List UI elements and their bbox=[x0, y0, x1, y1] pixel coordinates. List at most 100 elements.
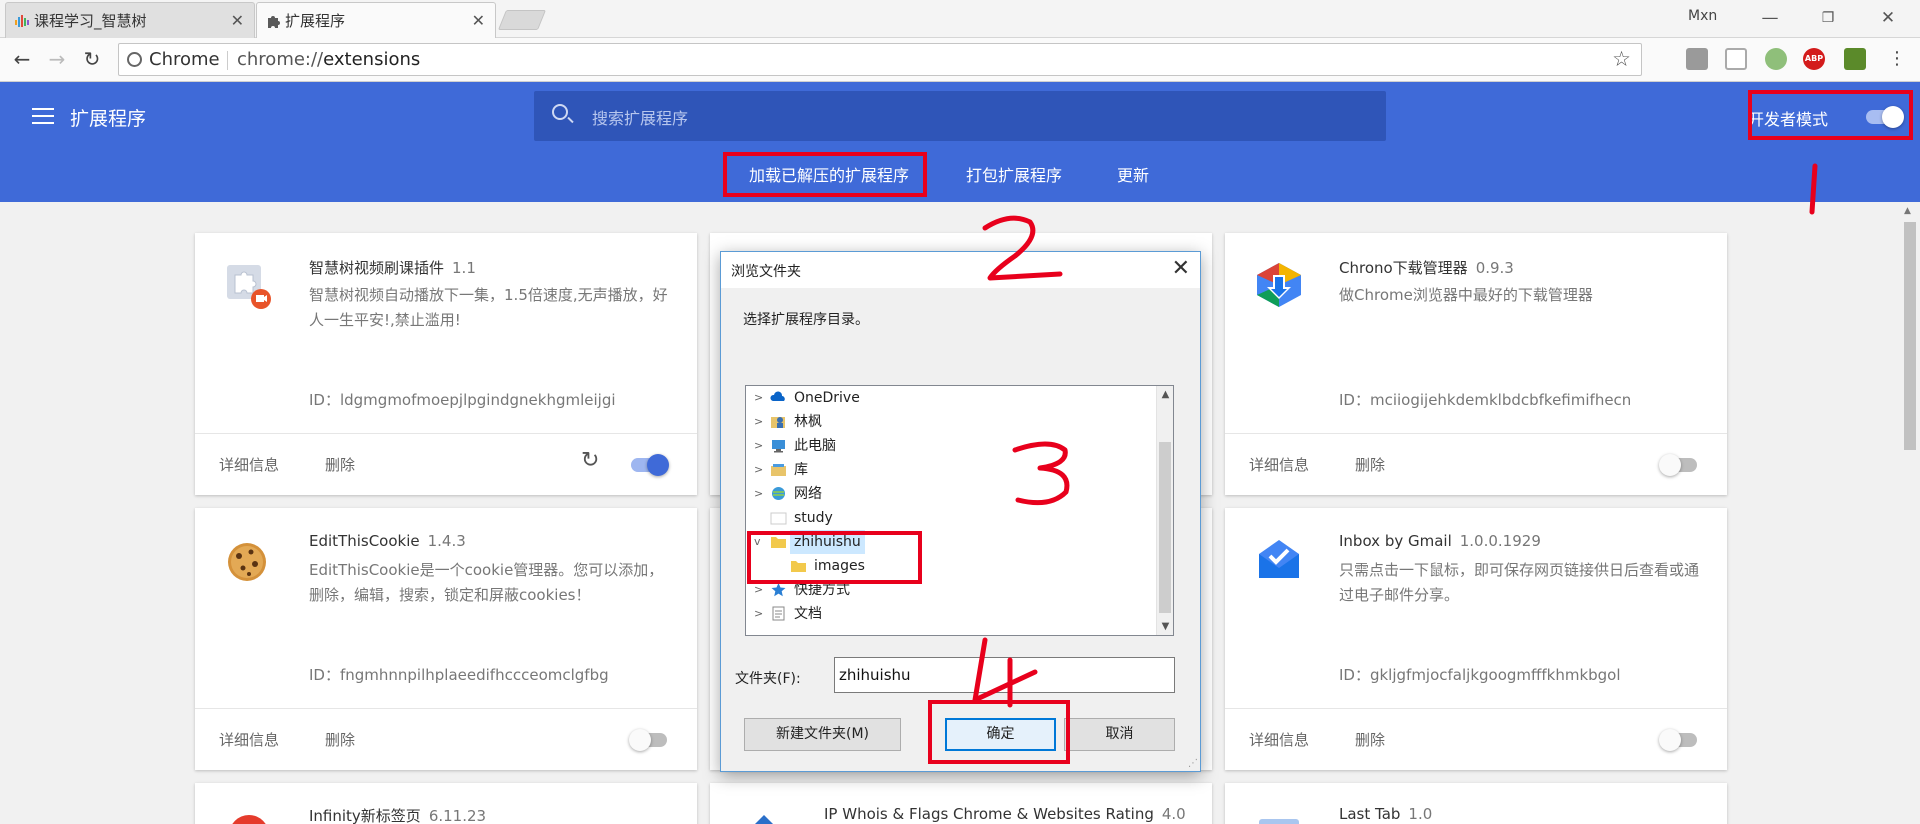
extension-id: ID：fngmhnnpilhplaeedifhccceomclgfbg bbox=[309, 666, 609, 684]
extension-id: ID：mciiogijehkdemklbdcbfkefimifhecn bbox=[1339, 391, 1632, 409]
folder-field[interactable] bbox=[834, 657, 1175, 693]
extension-name: EditThisCookie 1.4.3 bbox=[309, 532, 466, 550]
extension-name: Inbox by Gmail 1.0.0.1929 bbox=[1339, 532, 1541, 550]
card-footer: 详细信息 删除 bbox=[1225, 433, 1727, 495]
extension-icon-5[interactable] bbox=[1844, 48, 1866, 70]
details-button[interactable]: 详细信息 bbox=[1249, 729, 1309, 750]
remove-button[interactable]: 删除 bbox=[1355, 454, 1385, 475]
details-button[interactable]: 详细信息 bbox=[219, 454, 279, 475]
window-titlebar: 课程学习_智慧树 ✕ 扩展程序 ✕ Mxn — ❐ ✕ bbox=[0, 0, 1920, 38]
chevron-right-icon[interactable]: > bbox=[754, 482, 764, 506]
tree-scrollbar[interactable]: ▲ ▼ bbox=[1156, 386, 1173, 635]
puzzle-favicon-icon bbox=[266, 14, 280, 28]
remove-button[interactable]: 删除 bbox=[1355, 729, 1385, 750]
dialog-titlebar: 浏览文件夹 ✕ bbox=[721, 252, 1200, 288]
chrome-menu-icon[interactable]: ⋮ bbox=[1884, 46, 1910, 72]
restore-icon[interactable]: ❐ bbox=[1808, 4, 1848, 32]
extension-name: 智慧树视频刷课插件 1.1 bbox=[309, 259, 476, 277]
computer-icon bbox=[772, 440, 785, 453]
search-input[interactable]: 搜索扩展程序 bbox=[534, 91, 1386, 141]
network-icon bbox=[772, 487, 785, 500]
enable-toggle[interactable] bbox=[1659, 454, 1697, 476]
annotation-box-load-unpacked bbox=[723, 152, 927, 197]
onedrive-icon bbox=[770, 391, 785, 401]
extension-name: Chrono下载管理器 0.9.3 bbox=[1339, 259, 1514, 277]
download-arrow-icon bbox=[1255, 261, 1301, 307]
extension-card: Chrono下载管理器 0.9.3 做Chrome浏览器中最好的下载管理器 ID：… bbox=[1225, 233, 1727, 495]
reload-icon[interactable]: ↻ bbox=[79, 46, 105, 72]
tab-label: 课程学习_智慧树 bbox=[34, 12, 147, 30]
card-footer: 详细信息 删除 ↻ bbox=[195, 433, 697, 495]
chevron-right-icon[interactable]: > bbox=[754, 458, 764, 482]
tab-close-icon[interactable]: ✕ bbox=[472, 3, 485, 39]
remove-button[interactable]: 删除 bbox=[325, 454, 355, 475]
annotation-box-ok-button bbox=[928, 700, 1070, 764]
extension-icon-3[interactable] bbox=[1765, 48, 1787, 70]
pack-extension-button[interactable]: 打包扩展程序 bbox=[966, 162, 1062, 186]
tab-extensions[interactable]: 扩展程序 ✕ bbox=[256, 2, 496, 38]
documents-icon bbox=[772, 606, 785, 621]
tree-item-label: 林枫 bbox=[794, 414, 822, 430]
enable-toggle[interactable] bbox=[631, 454, 669, 476]
update-button[interactable]: 更新 bbox=[1117, 162, 1149, 186]
last-tab-icon: + bbox=[1255, 811, 1301, 824]
page-scrollbar[interactable]: ▲ bbox=[1900, 202, 1920, 824]
library-icon bbox=[771, 464, 786, 476]
minimize-icon[interactable]: — bbox=[1750, 4, 1790, 32]
enable-toggle[interactable] bbox=[1659, 729, 1697, 751]
remove-button[interactable]: 删除 bbox=[325, 729, 355, 750]
search-placeholder: 搜索扩展程序 bbox=[592, 109, 689, 128]
reload-extension-icon[interactable]: ↻ bbox=[581, 448, 599, 473]
resize-grip-icon[interactable]: ⋰ bbox=[1188, 758, 1198, 769]
extension-id: ID：ldgmgmofmoepjlpgindgnekhgmleijgi bbox=[309, 391, 616, 409]
extension-description: 只需点击一下鼠标，即可保存网页链接供日后查看或通过电子邮件分享。 bbox=[1339, 561, 1700, 604]
tab-close-icon[interactable]: ✕ bbox=[231, 3, 244, 39]
new-tab-button[interactable] bbox=[497, 10, 547, 30]
chevron-right-icon[interactable]: > bbox=[754, 410, 764, 434]
scroll-up-icon[interactable]: ▲ bbox=[1904, 206, 1911, 216]
infinity-icon bbox=[225, 811, 271, 824]
tree-scrollbar-thumb[interactable] bbox=[1159, 442, 1171, 613]
details-button[interactable]: 详细信息 bbox=[219, 729, 279, 750]
window-close-icon[interactable]: ✕ bbox=[1868, 4, 1908, 32]
enable-toggle[interactable] bbox=[629, 729, 667, 751]
new-folder-button[interactable]: 新建文件夹(M) bbox=[744, 718, 901, 751]
tree-item-label: OneDrive bbox=[794, 390, 860, 406]
back-icon[interactable]: ← bbox=[9, 46, 35, 72]
chevron-right-icon[interactable]: > bbox=[754, 386, 764, 410]
url-text: chrome://extensions bbox=[237, 49, 421, 70]
scrollbar-thumb[interactable] bbox=[1904, 222, 1916, 450]
extension-id: ID：gkljgfmjocfaljkgoogmfffkhmkbgol bbox=[1339, 666, 1621, 684]
chevron-right-icon[interactable]: > bbox=[754, 434, 764, 458]
extension-card: 智慧树视频刷课插件 1.1 智慧树视频自动播放下一集，1.5倍速度,无声播放，好人… bbox=[195, 233, 697, 495]
tree-item-label: 文档 bbox=[794, 606, 822, 622]
browser-toolbar: ← → ↻ Chrome chrome://extensions ☆ ABP ⋮ bbox=[0, 38, 1920, 82]
cookie-icon bbox=[225, 536, 271, 582]
address-bar[interactable]: Chrome chrome://extensions ☆ bbox=[118, 43, 1642, 76]
tab-course-study[interactable]: 课程学习_智慧树 ✕ bbox=[5, 2, 255, 38]
folder-tree[interactable]: > OneDrive > 林枫 > 此电脑 > 库 > 网络 study v z… bbox=[745, 385, 1174, 636]
extension-card: IP Whois & Flags Chrome & Websites Ratin… bbox=[710, 783, 1212, 824]
scroll-up-icon[interactable]: ▲ bbox=[1157, 386, 1173, 403]
page-title: 扩展程序 bbox=[70, 108, 147, 130]
inbox-icon bbox=[1255, 536, 1301, 582]
site-name: Chrome bbox=[149, 49, 220, 70]
ip-whois-icon bbox=[740, 811, 786, 824]
adblock-plus-icon[interactable]: ABP bbox=[1803, 48, 1825, 70]
chrome-page-icon bbox=[127, 52, 142, 67]
profile-name[interactable]: Mxn bbox=[1688, 8, 1717, 24]
card-footer: 详细信息 删除 bbox=[1225, 708, 1727, 770]
extension-icon-1[interactable] bbox=[1686, 48, 1708, 70]
extension-icon-2[interactable] bbox=[1725, 48, 1747, 70]
extension-name: Infinity新标签页 6.11.23 bbox=[309, 807, 487, 824]
bookmark-star-icon[interactable]: ☆ bbox=[1612, 47, 1631, 71]
folder-icon bbox=[770, 512, 787, 525]
details-button[interactable]: 详细信息 bbox=[1249, 454, 1309, 475]
cancel-button[interactable]: 取消 bbox=[1064, 718, 1175, 751]
chevron-right-icon[interactable]: > bbox=[754, 602, 764, 626]
hamburger-menu-icon[interactable] bbox=[32, 108, 54, 129]
forward-icon[interactable]: → bbox=[44, 46, 70, 72]
scroll-down-icon[interactable]: ▼ bbox=[1157, 618, 1173, 635]
dialog-close-icon[interactable]: ✕ bbox=[1172, 256, 1190, 281]
tree-item-label: 网络 bbox=[794, 486, 822, 502]
